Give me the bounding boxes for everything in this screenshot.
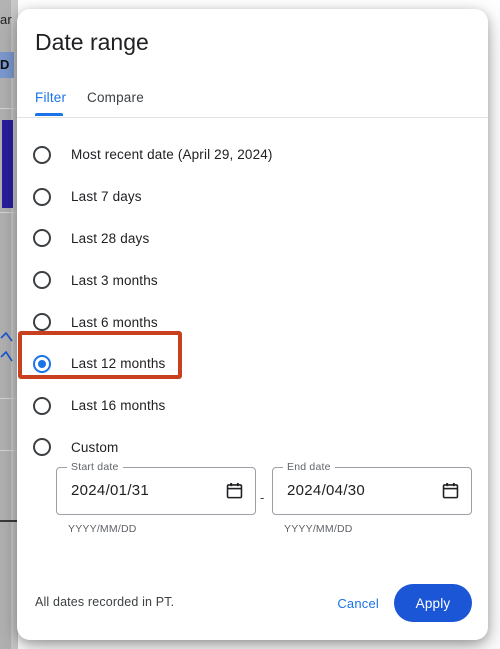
dialog-tabs: Filter Compare [17, 79, 488, 118]
option-label: Last 6 months [71, 314, 158, 330]
tab-filter[interactable]: Filter [35, 79, 66, 117]
option-last-12-months[interactable]: Last 12 months [17, 343, 488, 385]
radio-icon[interactable] [33, 396, 51, 415]
timezone-note: All dates recorded in PT. [35, 595, 175, 609]
option-label: Last 28 days [71, 230, 150, 246]
radio-icon[interactable] [33, 313, 51, 332]
tab-compare[interactable]: Compare [87, 79, 144, 117]
option-last-3-months[interactable]: Last 3 months [17, 259, 488, 301]
radio-icon[interactable] [33, 187, 51, 206]
option-label: Last 16 months [71, 398, 166, 414]
radio-icon[interactable] [33, 438, 51, 457]
option-last-28-days[interactable]: Last 28 days [17, 218, 488, 260]
background-dark-divider [0, 520, 18, 522]
option-last-16-months[interactable]: Last 16 months [17, 385, 488, 427]
end-date-hint: YYYY/MM/DD [284, 523, 353, 535]
option-last-7-days[interactable]: Last 7 days [17, 176, 488, 218]
option-last-6-months[interactable]: Last 6 months [17, 301, 488, 343]
background-chart-line-icon [0, 331, 13, 362]
end-date-group: End date YYYY/MM/DD [272, 461, 472, 535]
dialog-title: Date range [35, 29, 149, 55]
option-label: Last 3 months [71, 272, 158, 288]
start-date-legend: Start date [67, 461, 123, 473]
option-label: Most recent date (April 29, 2024) [71, 147, 273, 163]
tab-active-indicator [35, 113, 63, 116]
start-date-hint: YYYY/MM/DD [68, 523, 137, 535]
cancel-button[interactable]: Cancel [329, 587, 387, 621]
background-divider [0, 398, 18, 399]
dialog-footer: All dates recorded in PT. Cancel Apply [17, 572, 488, 640]
background-text-fragment-a: ar [0, 12, 12, 27]
radio-icon[interactable] [33, 271, 51, 290]
start-date-group: Start date YYYY/MM/DD [56, 461, 256, 535]
option-label: Last 12 months [71, 356, 166, 372]
start-date-input[interactable] [71, 482, 221, 499]
background-divider [0, 450, 18, 451]
apply-button[interactable]: Apply [394, 584, 472, 622]
date-range-separator: - [260, 490, 265, 505]
end-date-field[interactable]: End date [272, 461, 472, 515]
calendar-icon[interactable] [441, 481, 460, 500]
option-label: Custom [71, 439, 119, 455]
radio-icon[interactable] [33, 145, 51, 164]
date-range-options: Most recent date (April 29, 2024) Last 7… [17, 134, 488, 468]
background-divider [0, 108, 18, 109]
end-date-legend: End date [283, 461, 335, 473]
background-nav-bar [2, 120, 13, 208]
date-range-dialog: Date range Filter Compare Most recent da… [17, 9, 488, 640]
radio-icon[interactable] [33, 229, 51, 248]
end-date-input[interactable] [287, 482, 437, 499]
background-divider [0, 212, 18, 213]
custom-date-inputs: Start date YYYY/MM/DD - End date [17, 459, 488, 549]
start-date-field[interactable]: Start date [56, 461, 256, 515]
background-text-fragment-b: D [0, 57, 10, 72]
option-label: Last 7 days [71, 189, 142, 205]
option-most-recent-date[interactable]: Most recent date (April 29, 2024) [17, 134, 488, 176]
radio-icon-selected[interactable] [33, 354, 51, 373]
calendar-icon[interactable] [225, 481, 244, 500]
